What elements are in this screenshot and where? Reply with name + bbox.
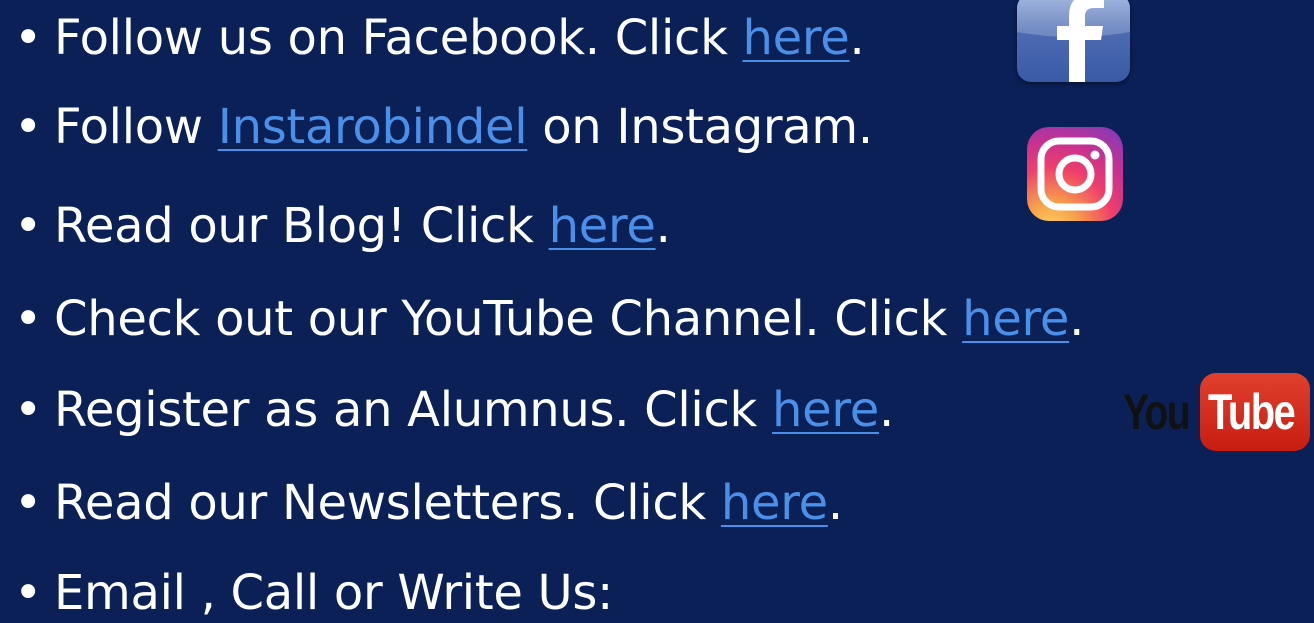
bullet-youtube: • Check out our YouTube Channel. Click he…	[14, 289, 1084, 349]
bullet-text: Email , Call or Write Us:	[54, 565, 613, 621]
bullet-blog: • Read our Blog! Click here.	[14, 196, 671, 256]
youtube-you-text: You	[1123, 384, 1191, 440]
bullet-dot: •	[14, 10, 43, 66]
bullet-newsletters: • Read our Newsletters. Click here.	[14, 473, 843, 533]
bullet-dot: •	[14, 291, 43, 347]
youtube-link[interactable]: here	[962, 291, 1069, 347]
bullet-dot: •	[14, 99, 43, 155]
bullet-text-end: .	[849, 10, 865, 66]
bullet-text-end: .	[655, 198, 671, 254]
bullet-text: Register as an Alumnus. Click	[54, 382, 773, 438]
bullet-text: Follow us on Facebook. Click	[54, 10, 743, 66]
facebook-link[interactable]: here	[743, 10, 850, 66]
bullet-text-end: on Instagram.	[527, 99, 873, 155]
newsletters-link[interactable]: here	[721, 475, 828, 531]
bullet-text: Follow	[54, 99, 218, 155]
bullet-text: Check out our YouTube Channel. Click	[54, 291, 963, 347]
social-links-slide: • Follow us on Facebook. Click here. • Fol…	[0, 0, 1314, 623]
bullet-instagram: • Follow Instarobindel on Instagram.	[14, 97, 873, 157]
youtube-tube-box: Tube	[1200, 373, 1310, 451]
bullet-contact: • Email , Call or Write Us:	[14, 563, 613, 623]
youtube-tube-text: Tube	[1208, 384, 1296, 440]
bullet-text-end: .	[1069, 291, 1085, 347]
bullet-dot: •	[14, 475, 43, 531]
youtube-logo[interactable]: You Tube	[1123, 373, 1310, 451]
bullet-facebook: • Follow us on Facebook. Click here.	[14, 8, 865, 68]
alumnus-register-link[interactable]: here	[772, 382, 879, 438]
blog-link[interactable]: here	[549, 198, 656, 254]
bullet-text: Read our Newsletters. Click	[54, 475, 721, 531]
bullet-text-end: .	[827, 475, 843, 531]
instagram-link[interactable]: Instarobindel	[218, 99, 528, 155]
instagram-icon[interactable]	[1027, 127, 1123, 221]
bullet-text-end: .	[878, 382, 894, 438]
facebook-icon[interactable]	[1017, 0, 1130, 82]
bullet-alumnus: • Register as an Alumnus. Click here.	[14, 380, 894, 440]
bullet-dot: •	[14, 565, 43, 621]
bullet-dot: •	[14, 382, 43, 438]
bullet-dot: •	[14, 198, 43, 254]
bullet-text: Read our Blog! Click	[54, 198, 549, 254]
